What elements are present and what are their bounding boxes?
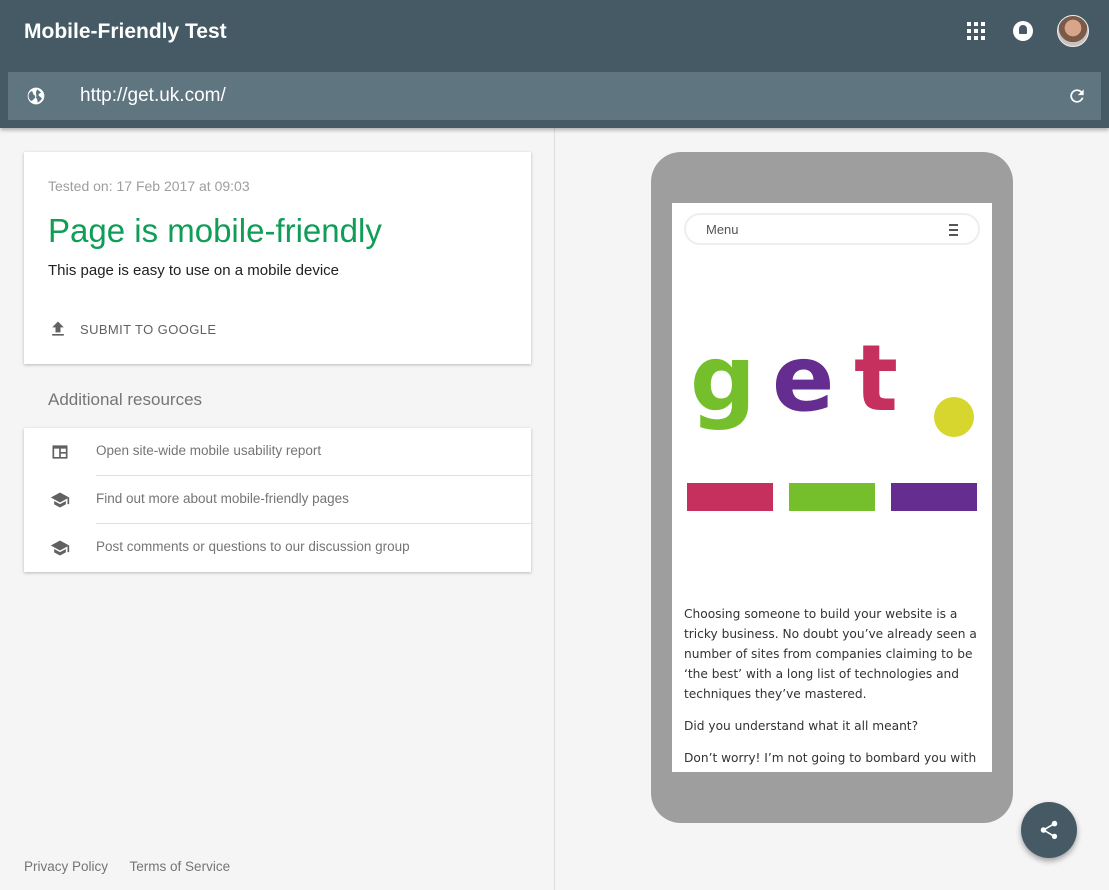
avatar[interactable] <box>1057 15 1089 47</box>
site-paragraph: Did you understand what it all meant? <box>684 719 919 733</box>
list-item-mobile-friendly-info[interactable]: Find out more about mobile-friendly page… <box>24 476 531 524</box>
site-paragraph: Don’t worry! I’m not going to bombard yo… <box>684 751 977 765</box>
site-body-text: Choosing someone to build your website i… <box>684 604 984 772</box>
url-input[interactable]: http://get.uk.com/ <box>80 85 226 107</box>
hamburger-icon <box>949 224 958 236</box>
list-item-discussion-group[interactable]: Post comments or questions to our discus… <box>24 524 531 572</box>
phone-preview-frame: Menu g e t get. Choosing someone to buil… <box>651 152 1013 823</box>
url-bar[interactable]: http://get.uk.com/ <box>8 72 1101 120</box>
app-title: Mobile-Friendly Test <box>24 20 227 43</box>
results-pane: Tested on: 17 Feb 2017 at 09:03 Page is … <box>0 128 555 890</box>
list-item-label: Post comments or questions to our discus… <box>96 539 410 554</box>
svg-text:g: g <box>690 325 756 432</box>
footer: Privacy Policy Terms of Service <box>24 859 248 874</box>
site-menu-label: Menu <box>706 222 739 237</box>
globe-icon <box>27 87 45 105</box>
verdict-heading: Page is mobile-friendly <box>48 212 382 249</box>
list-item-label: Find out more about mobile-friendly page… <box>96 491 349 506</box>
resources-heading: Additional resources <box>48 390 203 409</box>
result-card: Tested on: 17 Feb 2017 at 09:03 Page is … <box>24 152 531 364</box>
resources-list: Open site-wide mobile usability report F… <box>24 428 531 572</box>
tested-on-date: Tested on: 17 Feb 2017 at 09:03 <box>48 178 250 194</box>
list-item-usability-report[interactable]: Open site-wide mobile usability report <box>24 428 531 476</box>
upload-icon <box>52 321 64 336</box>
svg-text:t: t <box>854 325 898 432</box>
app-bar: Mobile-Friendly Test http://get.uk.com/ <box>0 0 1109 128</box>
school-icon <box>50 492 70 508</box>
list-item-label: Open site-wide mobile usability report <box>96 443 322 458</box>
apps-grid-icon[interactable] <box>967 22 985 40</box>
terms-of-service-link[interactable]: Terms of Service <box>130 859 231 874</box>
report-icon <box>52 445 68 459</box>
site-logo-text: get. <box>672 203 673 204</box>
svg-text:e: e <box>772 325 834 432</box>
privacy-policy-link[interactable]: Privacy Policy <box>24 859 108 874</box>
site-paragraph: Choosing someone to build your website i… <box>684 607 977 701</box>
header-actions <box>967 15 1089 47</box>
phone-screen[interactable]: Menu g e t get. Choosing someone to buil… <box>672 203 992 772</box>
share-icon <box>1040 820 1058 840</box>
site-logo: g e t <box>687 325 977 511</box>
share-button[interactable] <box>1021 802 1077 858</box>
bell-icon[interactable] <box>1013 21 1033 41</box>
verdict-description: This page is easy to use on a mobile dev… <box>48 262 339 279</box>
school-icon <box>50 540 70 556</box>
submit-to-google-button[interactable]: SUBMIT TO GOOGLE <box>48 318 216 340</box>
refresh-icon[interactable] <box>1067 86 1087 106</box>
submit-label: SUBMIT TO GOOGLE <box>80 321 217 337</box>
site-menu-bar[interactable]: Menu <box>684 213 980 245</box>
